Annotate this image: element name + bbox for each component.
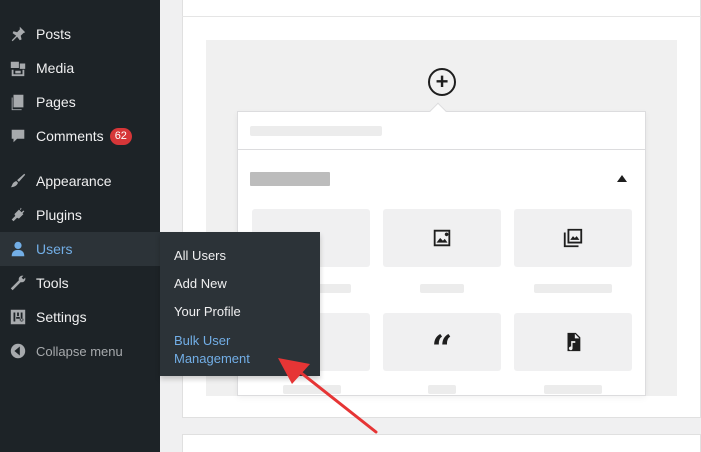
collapse-menu-label: Collapse menu [36, 343, 123, 359]
main-content: + “ [160, 0, 701, 452]
sidebar-item-label: Pages [36, 94, 76, 110]
sidebar-item-posts[interactable]: Posts [0, 17, 160, 51]
block-tile-image[interactable] [383, 209, 501, 267]
image-icon [433, 229, 451, 247]
block-tile-gallery[interactable] [514, 209, 632, 267]
sidebar-item-label: Plugins [36, 207, 82, 223]
block-tile-quote[interactable]: “ [383, 313, 501, 371]
annotation-arrow-icon [278, 358, 378, 434]
user-icon [8, 239, 28, 259]
collapse-menu-button[interactable]: Collapse menu [0, 334, 160, 368]
sidebar-item-media[interactable]: Media [0, 51, 160, 85]
sidebar-item-comments[interactable]: Comments 62 [0, 119, 160, 153]
admin-sidebar: Posts Media Pages Comments 62 Appearance… [0, 0, 160, 452]
popover-divider [238, 149, 645, 150]
sidebar-item-label: Users [36, 241, 73, 257]
content-panel-bottom [182, 434, 701, 452]
block-label-skeleton [534, 284, 612, 293]
wrench-icon [8, 273, 28, 293]
sidebar-item-tools[interactable]: Tools [0, 266, 160, 300]
sidebar-item-plugins[interactable]: Plugins [0, 198, 160, 232]
block-inserter-button[interactable]: + [428, 68, 456, 96]
block-label-skeleton [420, 284, 464, 293]
gallery-icon [563, 228, 583, 248]
collapse-arrow-icon [8, 341, 28, 361]
block-label-skeleton [428, 385, 456, 394]
comment-icon [8, 126, 28, 146]
flyout-pointer [152, 242, 160, 258]
sidebar-item-pages[interactable]: Pages [0, 85, 160, 119]
media-icon [8, 58, 28, 78]
panel-divider [182, 16, 701, 17]
sidebar-item-label: Tools [36, 275, 69, 291]
pin-icon [8, 24, 28, 44]
submenu-item-all-users[interactable]: All Users [160, 242, 320, 270]
comment-count-badge: 62 [109, 127, 132, 145]
sidebar-item-label: Settings [36, 309, 87, 325]
submenu-item-bulk-user-management[interactable]: Bulk User Management [160, 326, 270, 374]
sidebar-item-users[interactable]: Users [0, 232, 160, 266]
plug-icon [8, 205, 28, 225]
submenu-item-add-new[interactable]: Add New [160, 270, 320, 298]
sidebar-item-appearance[interactable]: Appearance [0, 164, 160, 198]
plus-icon: + [435, 69, 449, 94]
submenu-item-your-profile[interactable]: Your Profile [160, 298, 320, 326]
sidebar-item-label: Comments [36, 128, 104, 144]
block-tile-audio[interactable] [514, 313, 632, 371]
sliders-icon [8, 307, 28, 327]
audio-file-icon [567, 332, 581, 352]
pages-icon [8, 92, 28, 112]
sidebar-item-label: Posts [36, 26, 72, 42]
sidebar-item-label: Appearance [36, 173, 112, 189]
quote-icon: “ [431, 328, 453, 370]
sidebar-item-label: Media [36, 60, 75, 76]
caret-up-icon[interactable] [617, 175, 627, 182]
sidebar-item-settings[interactable]: Settings [0, 300, 160, 334]
category-title-skeleton [250, 172, 330, 186]
paintbrush-icon [8, 171, 28, 191]
search-placeholder-skeleton [250, 126, 382, 136]
block-label-skeleton [544, 385, 602, 394]
